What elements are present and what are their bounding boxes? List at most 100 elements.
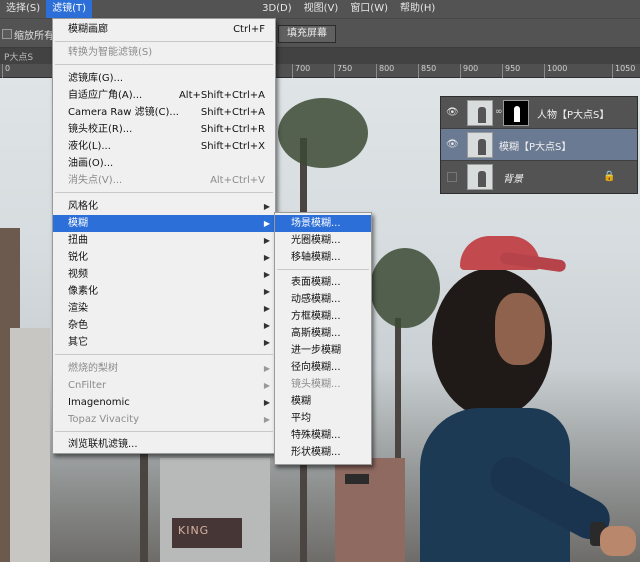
- menu-window[interactable]: 窗口(W): [344, 0, 394, 18]
- menu-item-video[interactable]: 视频 ▶: [53, 266, 275, 283]
- menu-item-topaz-vivacity[interactable]: Topaz Vivacity ▶: [53, 411, 275, 428]
- photo-sign-text: KING: [178, 524, 210, 537]
- menu-separator: [55, 354, 273, 355]
- menu-item-distort[interactable]: 扭曲 ▶: [53, 232, 275, 249]
- filter-menu: 模糊画廊 Ctrl+F 转换为智能滤镜(S) 滤镜库(G)... 自适应广角(A)…: [52, 18, 276, 454]
- photo-palm-fronds: [278, 98, 368, 168]
- menu-help[interactable]: 帮助(H): [394, 0, 441, 18]
- chevron-right-icon: ▶: [263, 338, 270, 347]
- menu-item-noise[interactable]: 杂色 ▶: [53, 317, 275, 334]
- menu-item-blur-more[interactable]: 进一步模糊: [275, 342, 371, 359]
- menu-item-motion-blur[interactable]: 动感模糊...: [275, 291, 371, 308]
- menu-item-imagenomic[interactable]: Imagenomic ▶: [53, 394, 275, 411]
- menu-item-vanishing-point[interactable]: 消失点(V)... Alt+Ctrl+V: [53, 172, 275, 189]
- menu-item-smart-blur[interactable]: 特殊模糊...: [275, 427, 371, 444]
- menu-item-convert-smart-filter[interactable]: 转换为智能滤镜(S): [53, 44, 275, 61]
- zoom-all-checkbox[interactable]: [2, 29, 12, 39]
- ruler-tick: 850: [418, 64, 436, 78]
- ruler-tick: 800: [376, 64, 394, 78]
- photo-person-face: [495, 293, 545, 365]
- menu-item-stylize[interactable]: 风格化 ▶: [53, 198, 275, 215]
- menu-item-surface-blur[interactable]: 表面模糊...: [275, 274, 371, 291]
- menu-item-other[interactable]: 其它 ▶: [53, 334, 275, 351]
- chevron-right-icon: ▶: [263, 202, 270, 211]
- menu-item-lens-blur[interactable]: 镜头模糊...: [275, 376, 371, 393]
- menu-item-cnfilter[interactable]: CnFilter ▶: [53, 377, 275, 394]
- menu-separator: [55, 64, 273, 65]
- eye-icon[interactable]: 👁: [446, 139, 459, 150]
- fill-screen-button[interactable]: 填充屏幕: [278, 25, 336, 43]
- menu-item-blur-gallery[interactable]: 模糊画廊 Ctrl+F: [53, 21, 275, 38]
- layer-mask-thumbnail[interactable]: [503, 100, 529, 126]
- chain-link-icon[interactable]: ∞: [495, 107, 503, 117]
- photo-person-hand: [600, 526, 636, 556]
- menu-separator: [55, 41, 273, 42]
- menu-item-burning-pear[interactable]: 燃烧的梨树 ▶: [53, 360, 275, 377]
- layer-row-background[interactable]: 背景 🔒: [441, 161, 637, 193]
- chevron-right-icon: ▶: [263, 304, 270, 313]
- chevron-right-icon: ▶: [263, 321, 270, 330]
- photo-building: [10, 328, 50, 562]
- ruler-tick: 1050: [612, 64, 635, 78]
- ruler-tick: 700: [292, 64, 310, 78]
- lock-icon: 🔒: [603, 171, 616, 182]
- menu-item-field-blur[interactable]: 场景模糊...: [275, 215, 371, 232]
- menu-item-sharpen[interactable]: 锐化 ▶: [53, 249, 275, 266]
- layer-name[interactable]: 人物【P大点S】: [537, 106, 609, 121]
- menu-item-oil-paint[interactable]: 油画(O)...: [53, 155, 275, 172]
- visibility-toggle[interactable]: [447, 172, 457, 182]
- menu-item-liquify[interactable]: 液化(L)... Shift+Ctrl+X: [53, 138, 275, 155]
- photo-sign: [345, 474, 369, 484]
- layer-thumbnail[interactable]: [467, 164, 493, 190]
- ruler-tick: 750: [334, 64, 352, 78]
- layer-thumbnail[interactable]: [467, 132, 493, 158]
- chevron-right-icon: ▶: [263, 236, 270, 245]
- menu-item-radial-blur[interactable]: 径向模糊...: [275, 359, 371, 376]
- menu-item-blur-simple[interactable]: 模糊: [275, 393, 371, 410]
- menu-view[interactable]: 视图(V): [298, 0, 345, 18]
- menu-item-browse-online-filters[interactable]: 浏览联机滤镜...: [53, 436, 275, 453]
- menu-item-gaussian-blur[interactable]: 高斯模糊...: [275, 325, 371, 342]
- menu-item-adaptive-wide-angle[interactable]: 自适应广角(A)... Alt+Shift+Ctrl+A: [53, 87, 275, 104]
- ruler-tick: 900: [460, 64, 478, 78]
- menu-item-tilt-shift[interactable]: 移轴模糊...: [275, 249, 371, 266]
- document-tab[interactable]: P大点S: [4, 50, 33, 63]
- chevron-right-icon: ▶: [263, 381, 270, 390]
- chevron-right-icon: ▶: [263, 219, 270, 228]
- menu-item-average[interactable]: 平均: [275, 410, 371, 427]
- menu-item-iris-blur[interactable]: 光圈模糊...: [275, 232, 371, 249]
- layer-thumbnail[interactable]: [467, 100, 493, 126]
- menu-item-filter-gallery[interactable]: 滤镜库(G)...: [53, 70, 275, 87]
- ruler-tick: 0: [2, 64, 10, 78]
- menu-item-box-blur[interactable]: 方框模糊...: [275, 308, 371, 325]
- chevron-right-icon: ▶: [263, 253, 270, 262]
- layers-panel: 👁 ∞ 人物【P大点S】 👁 模糊【P大点S】 背景 🔒: [440, 96, 638, 194]
- photo-palm-fronds: [370, 248, 440, 328]
- menu-separator: [55, 192, 273, 193]
- chevron-right-icon: ▶: [263, 364, 270, 373]
- menu-item-lens-correction[interactable]: 镜头校正(R)... Shift+Ctrl+R: [53, 121, 275, 138]
- menu-item-shape-blur[interactable]: 形状模糊...: [275, 444, 371, 461]
- zoom-all-label: 缩放所有: [14, 31, 54, 42]
- layer-row-person[interactable]: 👁 ∞ 人物【P大点S】: [441, 97, 637, 129]
- menu-3d[interactable]: 3D(D): [256, 0, 298, 18]
- menu-separator: [55, 431, 273, 432]
- chevron-right-icon: ▶: [263, 398, 270, 407]
- menu-separator: [277, 269, 369, 270]
- eye-icon[interactable]: 👁: [446, 107, 459, 118]
- layer-row-blur[interactable]: 👁 模糊【P大点S】: [441, 129, 637, 161]
- menu-item-render[interactable]: 渲染 ▶: [53, 300, 275, 317]
- chevron-right-icon: ▶: [263, 287, 270, 296]
- layer-name[interactable]: 背景: [503, 170, 523, 185]
- ruler-tick: 1000: [544, 64, 567, 78]
- layer-name[interactable]: 模糊【P大点S】: [499, 138, 571, 153]
- menu-filter[interactable]: 滤镜(T): [46, 0, 93, 18]
- blur-submenu: 场景模糊... 光圈模糊... 移轴模糊... 表面模糊... 动感模糊... …: [274, 212, 372, 465]
- menu-item-pixelate[interactable]: 像素化 ▶: [53, 283, 275, 300]
- menu-item-blur[interactable]: 模糊 ▶: [53, 215, 275, 232]
- menu-item-camera-raw[interactable]: Camera Raw 滤镜(C)... Shift+Ctrl+A: [53, 104, 275, 121]
- ruler-tick: 950: [502, 64, 520, 78]
- menu-bar: 选择(S) 滤镜(T) 3D(D) 视图(V) 窗口(W) 帮助(H): [0, 0, 640, 18]
- chevron-right-icon: ▶: [263, 415, 270, 424]
- menu-select[interactable]: 选择(S): [0, 0, 46, 18]
